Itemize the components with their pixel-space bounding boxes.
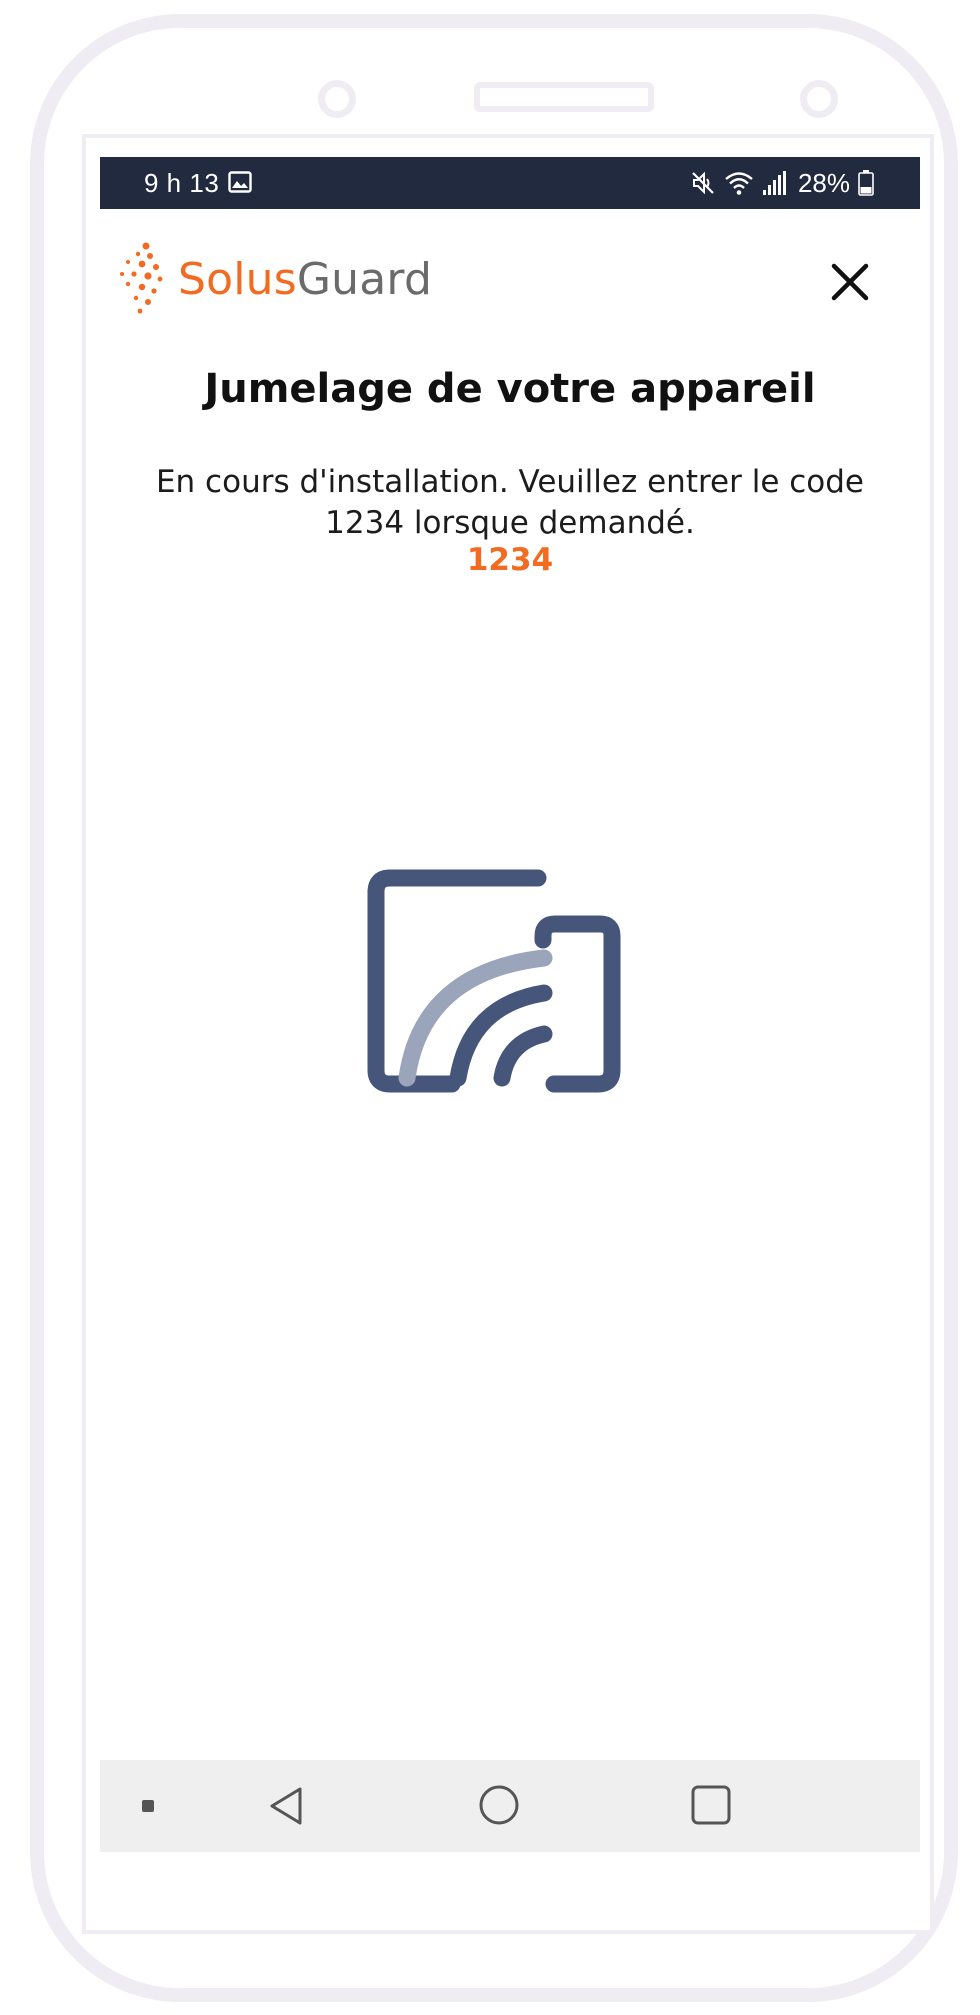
status-bar: 9 h 13 28% bbox=[100, 157, 920, 209]
logo-dots-icon bbox=[120, 242, 163, 314]
gallery-icon bbox=[228, 171, 252, 193]
pairing-code: 1234 bbox=[466, 542, 554, 578]
home-icon[interactable] bbox=[478, 1784, 520, 1826]
status-time: 9 h 13 bbox=[144, 168, 220, 198]
page-title: Jumelage de votre appareil bbox=[204, 366, 816, 412]
screen-cast-pairing-icon bbox=[367, 869, 621, 1093]
close-icon[interactable] bbox=[828, 260, 872, 304]
logo-wordmark: SolusGuard bbox=[178, 254, 432, 305]
pairing-instructions: En cours d'installation. Veuillez entrer… bbox=[155, 464, 865, 541]
app-header: SolusGuard bbox=[100, 210, 920, 350]
battery-percentage: 28% bbox=[797, 167, 850, 198]
front-camera bbox=[318, 80, 356, 118]
signal-icon bbox=[762, 171, 786, 195]
wifi-icon bbox=[725, 172, 753, 195]
android-nav-bar bbox=[100, 1760, 920, 1852]
back-icon[interactable] bbox=[266, 1784, 306, 1828]
battery-icon bbox=[858, 170, 874, 196]
earpiece-speaker bbox=[474, 82, 654, 112]
logo-text-solus: Solus bbox=[178, 253, 297, 305]
logo-text-guard: Guard bbox=[296, 253, 433, 305]
mute-icon bbox=[692, 171, 714, 195]
solusguard-logo: SolusGuard bbox=[118, 240, 432, 318]
recent-apps-icon[interactable] bbox=[690, 1784, 732, 1826]
proximity-sensor bbox=[800, 80, 838, 118]
menu-dot-icon[interactable] bbox=[142, 1800, 154, 1812]
status-icons: 28% bbox=[690, 166, 874, 200]
